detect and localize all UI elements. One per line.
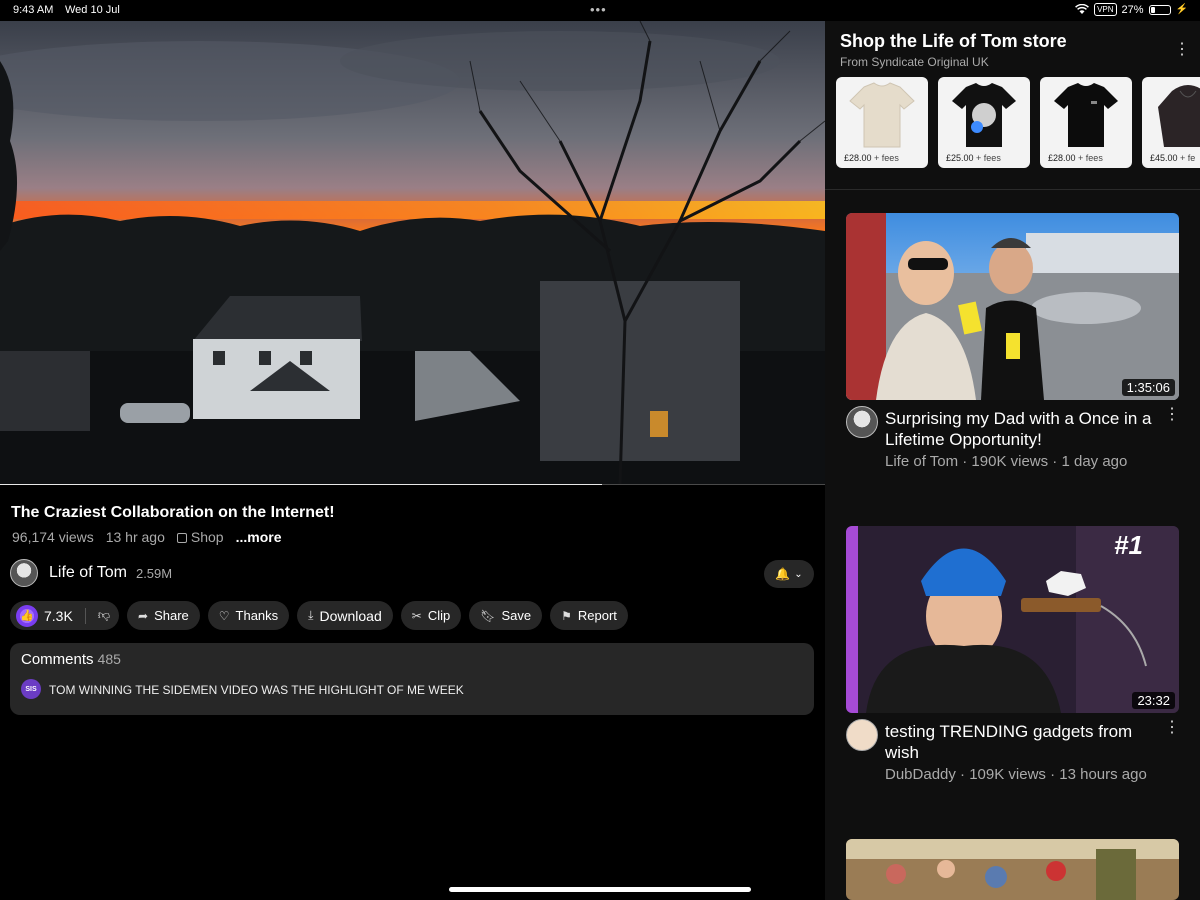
video-thumbnail[interactable]: 1:35:06 [846,213,1179,400]
report-button[interactable]: ⚑ Report [550,601,628,630]
video-thumbnail[interactable] [846,839,1179,900]
video-title[interactable]: Surprising my Dad with a Once in a Lifet… [885,408,1170,450]
home-indicator[interactable] [449,887,751,892]
shelf-divider [825,189,1200,190]
status-time: 9:43 AM [13,4,54,16]
download-button[interactable]: ⤓ Download [297,601,393,630]
battery-icon [1148,4,1171,15]
tshirt-cream-image [849,82,915,148]
status-indicators: VPN 27% ⚡ [1075,3,1188,16]
share-button[interactable]: ➦ Share [127,601,200,630]
thumbnail-race-track [846,213,1179,400]
recommended-video[interactable] [846,839,1179,900]
bell-icon: 🔔 [775,567,791,581]
product-price: £28.00 + fees [844,153,899,163]
notification-bell-button[interactable]: 🔔 ⌄ [764,560,814,588]
super-thanks-icon: ♡ [218,608,230,623]
video-thumbnail[interactable]: #1 23:32 [846,526,1179,713]
chevron-down-icon: ⌄ [794,568,803,580]
channel-name[interactable]: Life of Tom [49,564,127,582]
product-shelf: £28.00 + fees £25.00 + fees £28.00 + fee… [836,77,1200,168]
product-card[interactable]: £25.00 + fees [938,77,1030,168]
comments-panel[interactable]: Comments 485 SIS TOM WINNING THE SIDEMEN … [10,643,814,715]
shop-label: Shop [190,529,224,545]
thumbs-down-icon[interactable]: 👎︎ [98,608,110,623]
download-icon: ⤓ [308,608,314,622]
status-date: Wed 10 Jul [65,4,120,16]
product-card[interactable]: £28.00 + fees [836,77,928,168]
vpn-badge: VPN [1094,3,1117,16]
multitasking-dots-icon[interactable]: ••• [590,2,607,17]
share-label: Share [154,608,189,623]
scissors-icon: ✂ [411,608,422,623]
top-comment: TOM WINNING THE SIDEMEN VIDEO WAS THE HI… [49,683,464,697]
store-title: Shop the Life of Tom store [840,31,1067,51]
view-count: 96,174 views [12,529,94,545]
save-label: Save [501,608,532,623]
like-divider [84,607,86,624]
thanks-label: Thanks [235,608,279,623]
video-meta[interactable]: 96,174 views 13 hr ago Shop ...more [12,529,282,545]
video-meta: DubDaddy · 109K views · 13 hours ago [885,766,1147,783]
clip-label: Clip [427,608,451,623]
comments-label: Comments [21,651,94,668]
comments-count: 485 [97,651,121,667]
video-title[interactable]: testing TRENDING gadgets from wish [885,721,1170,763]
comments-header: Comments 485 [21,651,121,668]
right-sidebar: Shop the Life of Tom store From Syndicat… [825,21,1200,900]
share-icon: ➦ [138,608,149,623]
thumbnail-crowd [846,839,1179,900]
channel-avatar[interactable] [10,559,38,587]
progress-bar[interactable] [0,484,825,485]
recommended-video[interactable]: 1:35:06 Surprising my Dad with a Once in… [846,213,1180,470]
video-title: The Craziest Collaboration on the Intern… [11,504,335,521]
report-label: Report [577,608,617,623]
upload-age: 13 hr ago [105,529,165,545]
tshirt-black-graphic-image [952,83,1016,147]
subscriber-count: 2.59M [135,565,173,581]
like-dislike-button[interactable]: 👍 7.3K 👎︎ [10,601,119,630]
status-bar: 9:43 AM Wed 10 Jul ••• VPN 27% ⚡ [0,0,1200,21]
product-card[interactable]: £28.00 + fees [1040,77,1132,168]
save-button[interactable]: 🔖︎ Save [469,601,543,630]
shopping-bag-icon [176,533,187,543]
bookmark-icon: 🔖︎ [480,608,496,623]
video-meta: Life of Tom · 190K views · 1 day ago [885,453,1128,470]
battery-percent: 27% [1121,3,1144,16]
wifi-icon [1075,4,1089,14]
product-price: £25.00 + fees [946,153,1001,163]
commenter-avatar: SIS [21,679,41,699]
channel-row[interactable]: Life of Tom 2.59M [10,559,172,587]
clip-button[interactable]: ✂ Clip [400,601,462,630]
download-label: Download [319,607,382,624]
like-count: 7.3K [44,607,73,624]
video-duration: 1:35:06 [1121,379,1175,396]
tshirt-black-image [1054,83,1118,147]
store-subtitle: From Syndicate Original UK [840,55,989,69]
shop-link[interactable]: Shop [176,529,224,545]
recommended-video[interactable]: #1 23:32 testing TRENDING gadgets from w… [846,526,1180,783]
thumbnail-badge: #1 [1114,530,1143,560]
thumbs-up-icon[interactable]: 👍 [16,604,38,627]
video-duration: 23:32 [1132,692,1175,709]
more-description-link[interactable]: ...more [236,529,282,545]
flag-icon: ⚑ [561,608,572,623]
product-price: £28.00 + fees [1048,153,1103,163]
charging-bolt-icon: ⚡ [1175,4,1188,15]
action-bar: 👍 7.3K 👎︎ ➦ Share ♡ Thanks ⤓ Download ✂ … [10,601,628,630]
thanks-button[interactable]: ♡ Thanks [207,601,290,630]
channel-avatar[interactable] [846,719,878,751]
video-more-icon[interactable]: ⋮ [1164,720,1180,736]
store-more-icon[interactable]: ⋮ [1174,42,1190,58]
channel-avatar[interactable] [846,406,878,438]
product-card[interactable]: £45.00 + fe [1142,77,1200,168]
progress-bar-fill [0,484,603,485]
video-player[interactable] [0,21,825,485]
video-more-icon[interactable]: ⋮ [1164,407,1180,423]
product-price: £45.00 + fe [1150,153,1196,163]
hoodie-black-image [1158,85,1200,147]
watch-panel: The Craziest Collaboration on the Intern… [0,21,825,900]
video-frame-sunset [0,21,825,485]
